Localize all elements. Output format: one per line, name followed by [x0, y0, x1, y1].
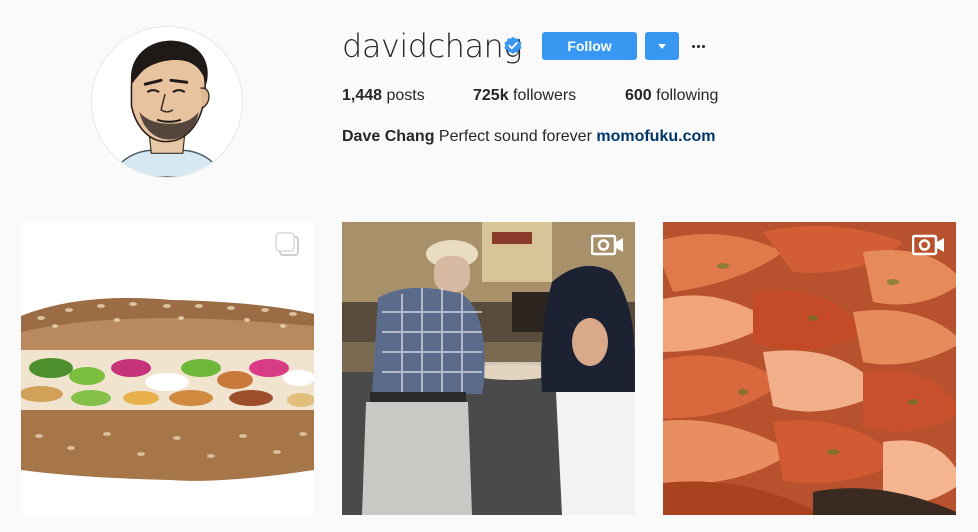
profile-page: davidchang Follow 1,448 posts 725k follo… — [0, 0, 978, 532]
post-thumbnail[interactable] — [21, 222, 314, 515]
kimchi-photo — [663, 222, 956, 515]
profile-avatar[interactable] — [91, 26, 243, 178]
video-camera-icon — [912, 234, 944, 256]
followers-stat[interactable]: 725k followers — [473, 86, 576, 106]
followers-label: followers — [513, 87, 577, 104]
bio-website-link[interactable]: momofuku.com — [596, 128, 715, 145]
bio-text: Perfect sound forever — [438, 128, 592, 145]
following-label: following — [656, 87, 719, 104]
following-stat[interactable]: 600 following — [625, 86, 718, 106]
posts-count-stat: 1,448 posts — [342, 86, 425, 106]
following-count: 600 — [625, 87, 652, 104]
follow-button[interactable]: Follow — [542, 32, 637, 60]
profile-bio: Dave Chang Perfect sound forever momofuk… — [342, 127, 715, 147]
profile-full-name: Dave Chang — [342, 128, 435, 145]
posts-count: 1,448 — [342, 87, 383, 104]
post-thumbnail[interactable] — [663, 222, 956, 515]
chevron-down-icon — [658, 44, 666, 49]
posts-label: posts — [386, 87, 425, 104]
suggested-accounts-dropdown-button[interactable] — [645, 32, 679, 60]
avatar-illustration — [92, 27, 242, 177]
video-camera-icon — [591, 234, 623, 256]
sandwich-photo — [21, 222, 314, 515]
pizza-shop-photo — [342, 222, 635, 515]
post-thumbnail[interactable] — [342, 222, 635, 515]
profile-username: davidchang — [342, 27, 523, 65]
more-options-icon — [692, 45, 695, 48]
carousel-icon — [275, 232, 299, 256]
followers-count: 725k — [473, 87, 509, 104]
verified-badge-icon — [504, 36, 522, 54]
more-options-button[interactable] — [689, 36, 707, 56]
